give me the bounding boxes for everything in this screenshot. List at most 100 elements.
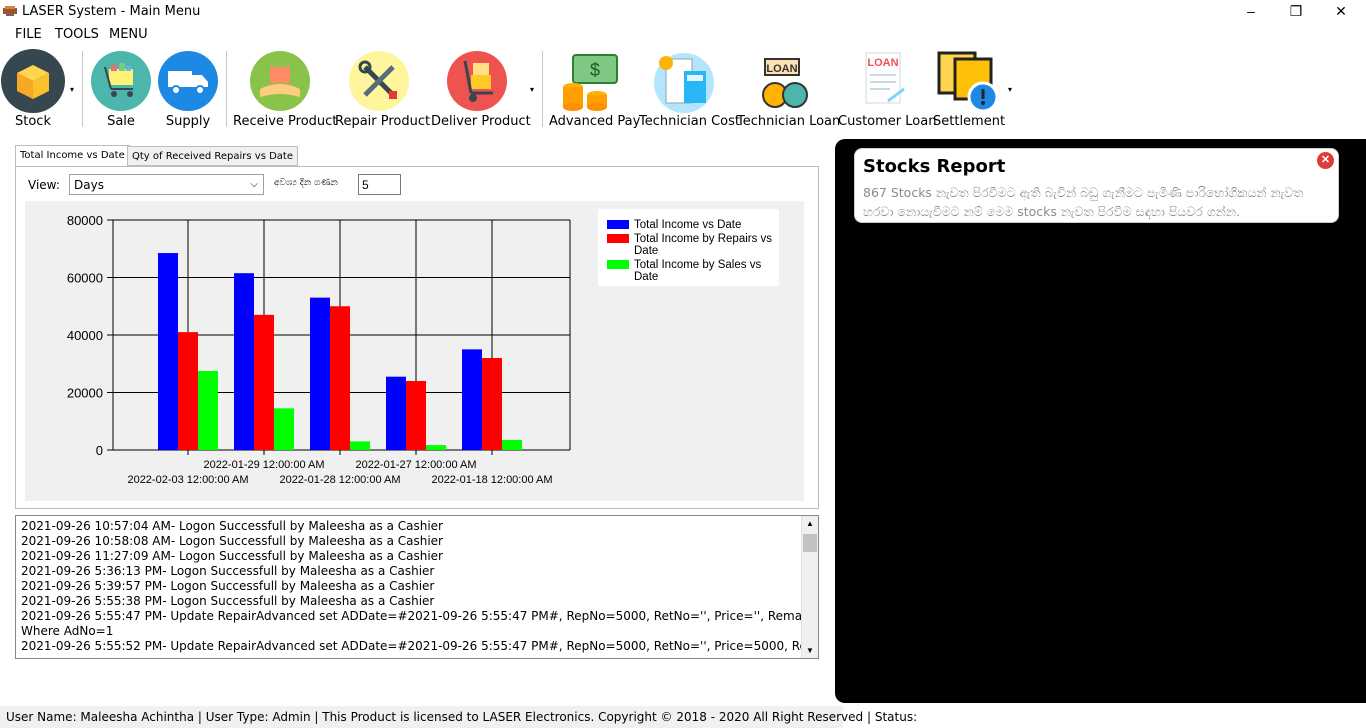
maximize-button[interactable]: ❐ bbox=[1273, 0, 1319, 24]
bar bbox=[482, 358, 502, 450]
scroll-down-icon[interactable]: ▼ bbox=[806, 646, 814, 655]
bar bbox=[406, 381, 426, 450]
stock-dropdown-arrow[interactable]: ▾ bbox=[70, 85, 74, 94]
sale-label: Sale bbox=[107, 114, 135, 129]
status-text: User Name: Maleesha Achintha | User Type… bbox=[6, 710, 918, 724]
status-bar: User Name: Maleesha Achintha | User Type… bbox=[0, 706, 917, 728]
income-chart-area: 0 20000 40000 60000 80000 2022-02-03 12:00:00… bbox=[25, 201, 804, 501]
toolbar-separator bbox=[82, 51, 83, 127]
wrench-screwdriver-icon bbox=[349, 51, 409, 111]
scroll-thumb[interactable] bbox=[803, 534, 817, 552]
receive-box-hands-icon bbox=[250, 51, 310, 111]
activity-log[interactable]: 2021-09-26 10:57:04 AM- Logon Successful… bbox=[15, 515, 819, 659]
tab-total-income[interactable]: Total Income vs Date bbox=[15, 145, 130, 167]
customer-loan-label: Customer Loan bbox=[838, 114, 937, 129]
x-tick-label: 2022-01-28 12:00:00 AM bbox=[279, 474, 400, 486]
legend-label: Total Income by Repairs vs bbox=[634, 233, 772, 245]
stock-button[interactable]: Stock bbox=[1, 49, 65, 129]
receive-product-button[interactable]: Receive Product bbox=[233, 49, 338, 129]
x-tick-label: 2022-01-29 12:00:00 AM bbox=[203, 459, 324, 471]
customer-loan-button[interactable]: LOAN Customer Loan bbox=[838, 49, 937, 129]
legend-label: Total Income by Sales vs bbox=[634, 259, 761, 271]
receive-product-label: Receive Product bbox=[233, 114, 338, 129]
title-bar: LASER System - Main Menu – ❐ ✕ bbox=[0, 0, 1366, 24]
legend-swatch bbox=[607, 260, 629, 269]
hand-truck-icon bbox=[447, 51, 507, 111]
menu-bar: FILE TOOLS MENU bbox=[0, 24, 1366, 45]
menu-file[interactable]: FILE bbox=[15, 27, 42, 42]
repair-product-label: Repair Product bbox=[335, 114, 431, 129]
log-scrollbar[interactable]: ▲ ▼ bbox=[801, 516, 818, 658]
log-line: 2021-09-26 11:27:09 AM- Logon Successful… bbox=[21, 549, 443, 563]
y-tick-label: 80000 bbox=[67, 213, 103, 228]
settlement-alert-icon bbox=[937, 51, 999, 113]
close-window-button[interactable]: ✕ bbox=[1318, 0, 1364, 24]
laser-app-icon bbox=[3, 6, 17, 16]
bar bbox=[198, 370, 218, 450]
window-title: LASER System - Main Menu bbox=[22, 4, 201, 19]
loan-badge-text: LOAN bbox=[766, 63, 797, 75]
deliver-product-button[interactable]: Deliver Product bbox=[431, 49, 531, 129]
tab-received-repairs[interactable]: Qty of Received Repairs vs Date bbox=[127, 146, 298, 166]
loan-doc-text: LOAN bbox=[867, 57, 898, 69]
days-count-input[interactable]: 5 bbox=[358, 174, 401, 195]
log-line: 2021-09-26 10:58:08 AM- Logon Successful… bbox=[21, 534, 443, 548]
technician-cost-label: Technician Cost bbox=[639, 114, 740, 129]
shopping-cart-icon bbox=[91, 51, 151, 111]
bar bbox=[178, 332, 198, 450]
menu-menu[interactable]: MENU bbox=[109, 27, 148, 42]
log-line: 2021-09-26 5:36:13 PM- Logon Successfull… bbox=[21, 564, 435, 578]
bar bbox=[310, 297, 330, 450]
stock-label: Stock bbox=[15, 114, 51, 129]
advanced-pay-label: Advanced Pay bbox=[549, 114, 641, 129]
settlement-label: Settlement bbox=[933, 114, 1006, 129]
chart-tab-panel: View: Days ⌵ අවශ්‍ය දින ගණන 5 0 20000 4000… bbox=[15, 166, 819, 509]
legend-swatch bbox=[607, 220, 629, 229]
close-icon[interactable]: ✕ bbox=[1317, 152, 1334, 169]
settlement-button[interactable]: Settlement bbox=[933, 49, 1006, 129]
legend-swatch bbox=[607, 234, 629, 243]
income-chart: 0 20000 40000 60000 80000 2022-02-03 12:00:00… bbox=[67, 209, 779, 486]
bar bbox=[350, 441, 370, 450]
y-tick-label: 60000 bbox=[67, 271, 103, 286]
stock-box-icon bbox=[1, 49, 65, 113]
menu-tools[interactable]: TOOLS bbox=[55, 27, 99, 42]
advanced-pay-button[interactable]: $ Advanced Pay bbox=[549, 49, 641, 129]
log-line: 2021-09-26 10:57:04 AM- Logon Successful… bbox=[21, 519, 443, 533]
y-tick-label: 0 bbox=[96, 443, 103, 458]
minimize-button[interactable]: – bbox=[1228, 0, 1274, 24]
view-select-value: Days bbox=[74, 178, 104, 192]
view-label: View: bbox=[28, 178, 60, 192]
calculator-invoice-icon bbox=[654, 53, 714, 113]
loan-document-icon: LOAN bbox=[865, 52, 905, 104]
sale-button[interactable]: Sale bbox=[89, 49, 153, 129]
scroll-up-icon[interactable]: ▲ bbox=[806, 519, 814, 528]
supply-button[interactable]: Supply bbox=[156, 49, 220, 129]
notification-panel bbox=[835, 139, 1366, 703]
bar bbox=[462, 349, 482, 450]
view-select[interactable]: Days ⌵ bbox=[69, 174, 264, 195]
truck-icon bbox=[158, 51, 218, 111]
deliver-dropdown-arrow[interactable]: ▾ bbox=[530, 85, 534, 94]
toolbar-separator bbox=[226, 51, 227, 127]
log-line: 2021-09-26 5:55:47 PM- Update RepairAdva… bbox=[21, 609, 819, 623]
technician-loan-button[interactable]: LOAN Technician Loan bbox=[737, 49, 840, 129]
x-tick-label: 2022-01-18 12:00:00 AM bbox=[431, 474, 552, 486]
legend-label: Total Income vs Date bbox=[634, 219, 741, 231]
notification-message: 867 Stocks නැවත පිරවීමට ඇති බැවින් බඩු ග… bbox=[863, 185, 1304, 219]
supply-label: Supply bbox=[165, 114, 211, 129]
stocks-report-notification: Stocks Report ✕ 867 Stocks නැවත පිරවීමට … bbox=[854, 148, 1339, 223]
repair-product-button[interactable]: Repair Product bbox=[335, 49, 431, 129]
deliver-product-label: Deliver Product bbox=[431, 114, 531, 129]
settlement-dropdown-arrow[interactable]: ▾ bbox=[1008, 85, 1012, 94]
bar bbox=[274, 408, 294, 450]
bar bbox=[234, 273, 254, 450]
bar bbox=[426, 445, 446, 450]
x-tick-label: 2022-01-27 12:00:00 AM bbox=[355, 459, 476, 471]
technician-cost-button[interactable]: Technician Cost bbox=[639, 49, 740, 129]
toolbar: Stock ▾ Sale Supply Receive Product Repa… bbox=[0, 45, 1366, 135]
chevron-down-icon: ⌵ bbox=[250, 179, 258, 190]
log-line: 2021-09-26 5:55:52 PM- Update RepairAdva… bbox=[21, 639, 819, 653]
loan-money-bag-icon: LOAN bbox=[762, 58, 808, 108]
bar bbox=[158, 253, 178, 450]
